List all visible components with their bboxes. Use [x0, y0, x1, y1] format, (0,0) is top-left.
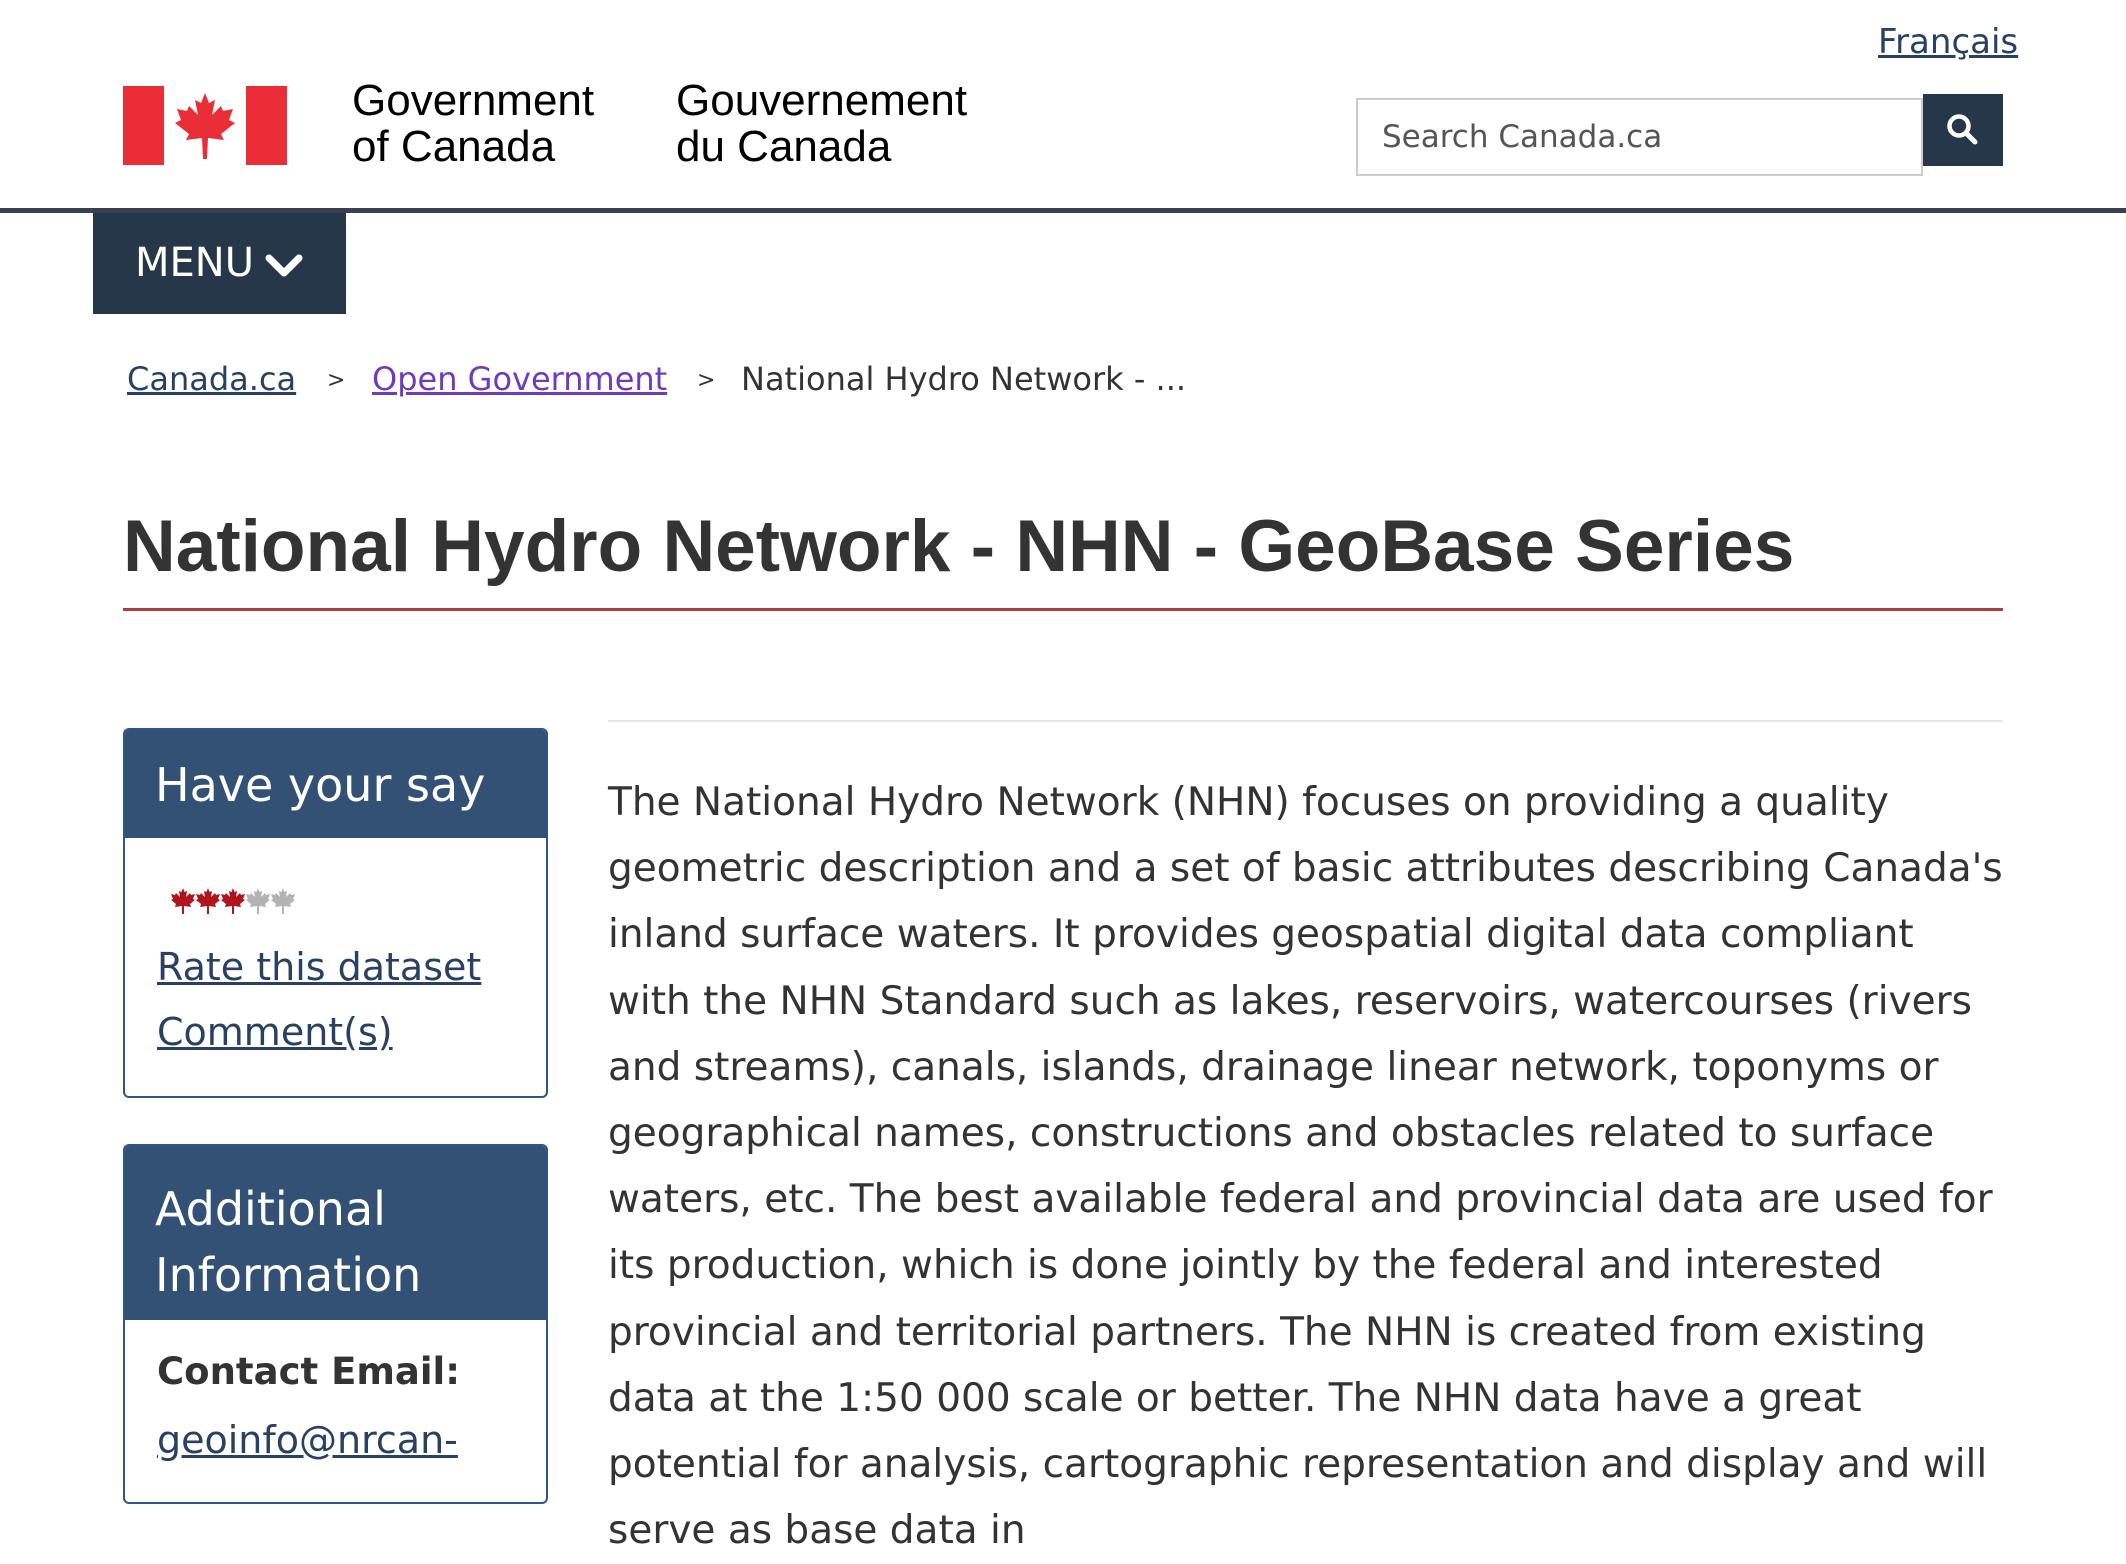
search-button[interactable]	[1923, 94, 2003, 166]
signature-fr-line-1: Gouvernement	[676, 76, 968, 125]
breadcrumb-current: National Hydro Network - ...	[741, 360, 1187, 398]
rating-leaf-empty-icon	[246, 888, 270, 914]
signature-english: Government of Canada	[352, 78, 594, 170]
language-toggle-link[interactable]: Français	[1878, 22, 2018, 62]
maple-leaf-icon	[175, 93, 235, 159]
have-your-say-panel: Have your say Rate this dataset Comment(…	[123, 728, 548, 1098]
additional-information-panel: Additional Information Contact Email: ge…	[123, 1144, 548, 1504]
contact-email-label: Contact Email:	[157, 1350, 461, 1393]
maple-leaf-rating-icon	[171, 888, 295, 914]
content-divider	[608, 720, 2003, 722]
rating-leaf-filled-icon	[171, 888, 195, 914]
breadcrumb-canada[interactable]: Canada.ca	[127, 360, 296, 398]
breadcrumb-separator: >	[327, 368, 346, 393]
signature-en-line-2: of Canada	[352, 122, 556, 171]
rating-leaf-filled-icon	[221, 888, 245, 914]
menu-button[interactable]: MENU	[93, 213, 346, 314]
rating-stars	[171, 886, 301, 920]
contact-email-link[interactable]: geoinfo@nrcan-	[157, 1418, 458, 1462]
menu-label: MENU	[135, 240, 254, 286]
chevron-down-icon	[265, 254, 303, 277]
dataset-description: The National Hydro Network (NHN) focuses…	[608, 780, 2003, 1554]
signature-fr-line-2: du Canada	[676, 122, 892, 171]
canada-flag-logo	[123, 86, 287, 165]
signature-french: Gouvernement du Canada	[676, 78, 967, 170]
have-your-say-heading: Have your say	[125, 730, 546, 838]
rating-leaf-filled-icon	[196, 888, 220, 914]
additional-information-heading: Additional Information	[125, 1146, 546, 1320]
rate-dataset-link[interactable]: Rate this dataset	[157, 945, 481, 989]
title-underline	[123, 608, 2003, 611]
comments-link[interactable]: Comment(s)	[157, 1010, 393, 1054]
search-icon	[1947, 114, 1978, 145]
breadcrumb-separator: >	[697, 368, 716, 393]
signature-en-line-1: Government	[352, 76, 595, 125]
breadcrumb-open-government[interactable]: Open Government	[372, 360, 667, 398]
search-input[interactable]	[1358, 100, 1918, 174]
page-title: National Hydro Network - NHN - GeoBase S…	[123, 506, 1795, 587]
rating-leaf-empty-icon	[271, 888, 295, 914]
